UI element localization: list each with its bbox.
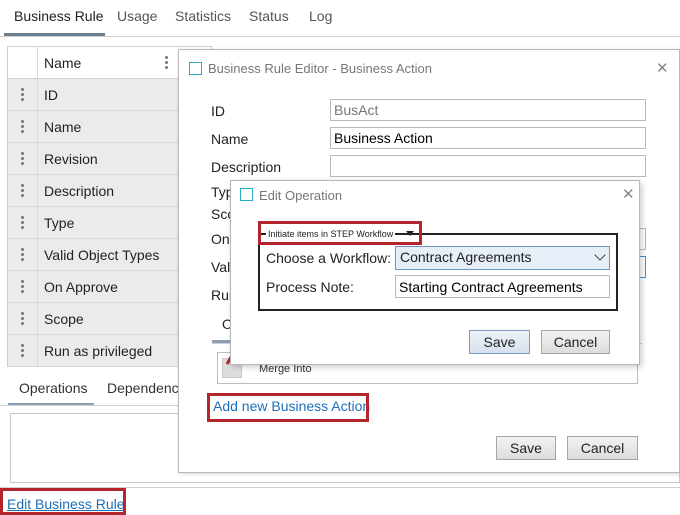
row-label: Run as privileged — [44, 343, 153, 359]
edit-operation-cancel-button[interactable]: Cancel — [541, 330, 610, 354]
row-label: ID — [44, 87, 58, 103]
annotation-highlight-add-link — [207, 393, 369, 422]
process-note-label: Process Note: — [266, 279, 354, 295]
row-label: Scope — [44, 311, 84, 327]
edit-operation-title: Edit Operation — [259, 188, 343, 203]
name-label: Name — [211, 131, 249, 147]
input-edge-focused — [640, 256, 646, 278]
id-field[interactable] — [330, 99, 646, 121]
row-label: Type — [44, 215, 75, 231]
tab-operations[interactable]: Operations — [19, 380, 87, 396]
process-note-field[interactable] — [395, 275, 610, 298]
column-header-name: Name — [44, 55, 82, 71]
row-handle-icon[interactable] — [21, 216, 25, 230]
top-tab-bar: Business Rule Usage Statistics Status Lo… — [0, 0, 680, 38]
editor-close-icon[interactable]: ✕ — [656, 59, 669, 77]
id-label: ID — [211, 103, 225, 119]
description-field[interactable] — [330, 155, 646, 177]
workflow-label: Choose a Workflow: — [266, 250, 392, 266]
row-handle-icon[interactable] — [21, 120, 25, 134]
row-handle-icon[interactable] — [21, 280, 25, 294]
workflow-select-value: Contract Agreements — [400, 249, 532, 265]
name-field[interactable] — [330, 127, 646, 149]
type-label: Type — [211, 184, 231, 200]
tab-divider — [0, 36, 680, 37]
workflow-select[interactable]: Contract Agreements — [395, 246, 610, 270]
chevron-down-icon — [594, 249, 606, 261]
row-handle-icon[interactable] — [21, 88, 25, 102]
tab-statistics[interactable]: Statistics — [175, 8, 231, 24]
row-label: On Approve — [44, 279, 118, 295]
edit-operation-window-icon — [240, 188, 253, 201]
valid-object-types-label: Valid Object Types — [211, 259, 231, 275]
row-label: Valid Object Types — [44, 247, 160, 263]
row-handle-icon[interactable] — [21, 184, 25, 198]
edit-operation-close-icon[interactable]: ✕ — [622, 185, 635, 203]
input-edge — [640, 228, 646, 250]
row-handle-icon[interactable] — [21, 248, 25, 262]
row-label: Description — [44, 183, 115, 199]
edit-operation-save-button[interactable]: Save — [469, 330, 530, 354]
row-label: Name — [44, 119, 82, 135]
description-label: Description — [211, 159, 282, 175]
tab-business-rule[interactable]: Business Rule — [14, 8, 104, 24]
dialog-window-icon — [189, 62, 202, 75]
clipped-labels: Type Scope On Approve Valid Object Types… — [211, 184, 231, 304]
tab-log[interactable]: Log — [309, 8, 332, 24]
editor-cancel-button[interactable]: Cancel — [567, 436, 638, 460]
editor-save-button[interactable]: Save — [496, 436, 556, 460]
annotation-highlight-edit-link — [0, 488, 126, 515]
row-handle-icon[interactable] — [21, 312, 25, 326]
row-label: Revision — [44, 151, 98, 167]
tab-status[interactable]: Status — [249, 8, 289, 24]
row-handle-icon[interactable] — [21, 344, 25, 358]
editor-dialog-title: Business Rule Editor - Business Action — [208, 61, 432, 76]
tab-usage[interactable]: Usage — [117, 8, 157, 24]
row-handle-icon[interactable] — [21, 152, 25, 166]
annotation-highlight-legend — [258, 221, 422, 245]
on-approve-label: On Approve — [211, 231, 231, 247]
scope-label: Scope — [211, 206, 231, 222]
